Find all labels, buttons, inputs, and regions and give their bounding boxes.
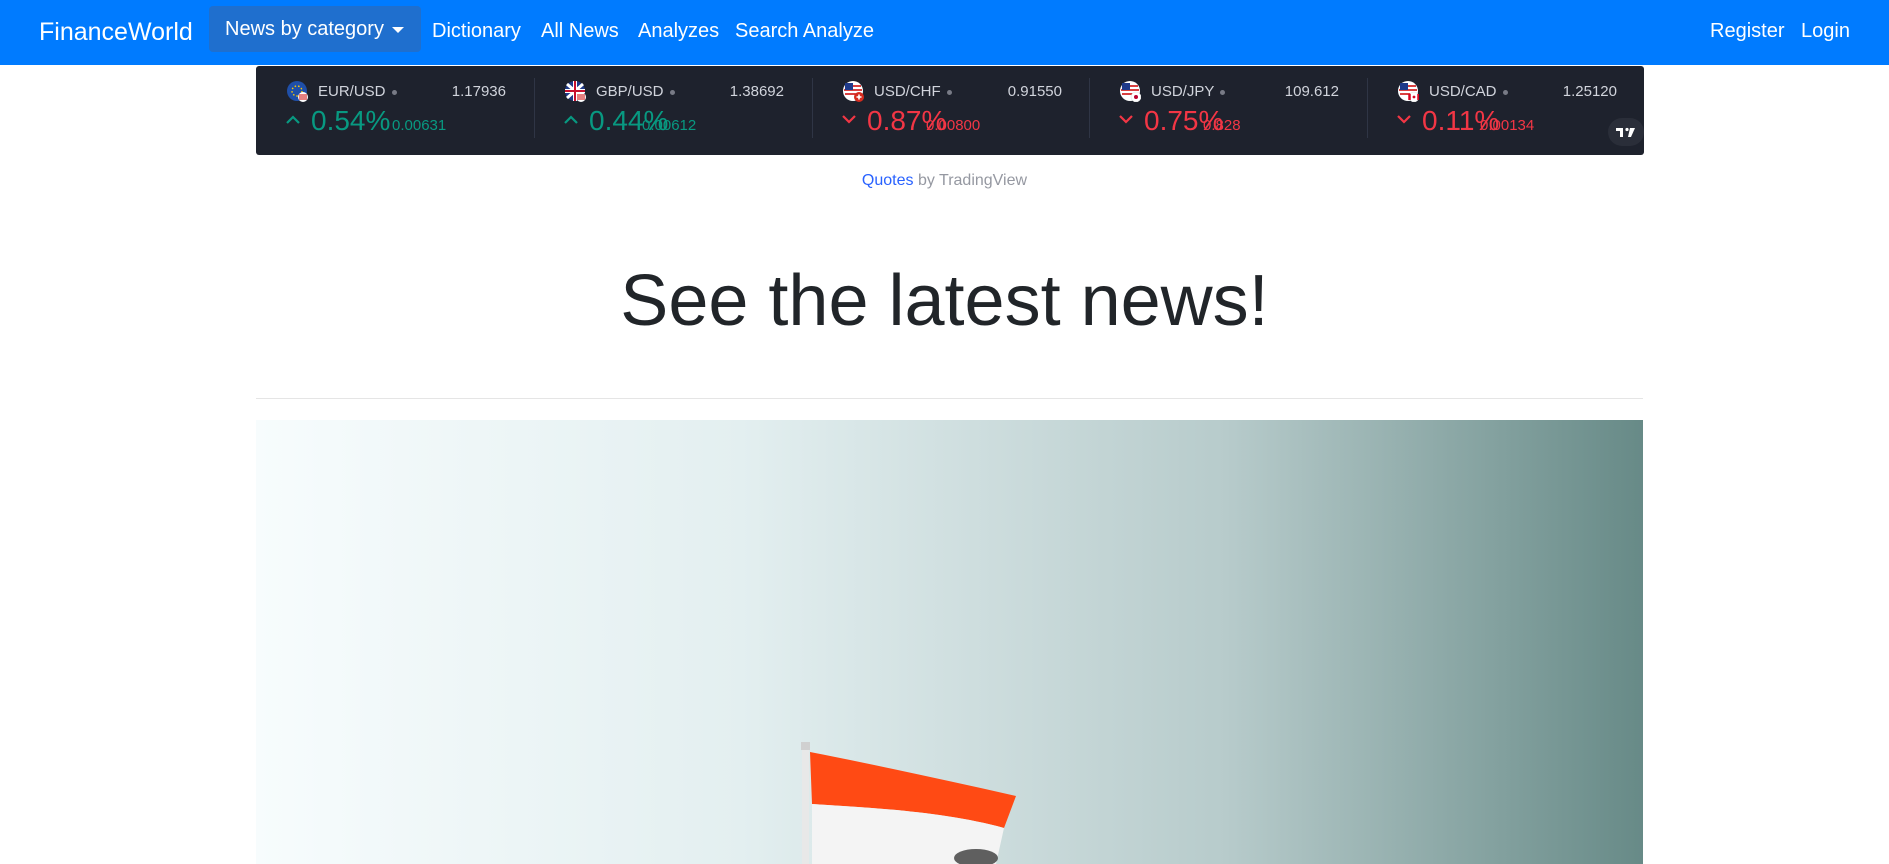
ticker-item-gbpusd[interactable]: GBP/USD 1.38692 0.44% 0.00612 — [534, 66, 811, 155]
caret-down-icon — [392, 27, 404, 33]
price-value: 1.38692 — [729, 83, 784, 100]
dropdown-label: News by category — [225, 18, 384, 40]
nav-link-all-news[interactable]: All News — [541, 15, 619, 47]
arrow-down-icon — [1397, 115, 1411, 124]
arrow-down-icon — [842, 115, 856, 124]
absolute-change: 0.828 — [1203, 117, 1241, 134]
caption-by-tradingview[interactable]: by TradingView — [914, 172, 1027, 189]
indian-flag-photo — [256, 420, 1643, 864]
pair-name: GBP/USD — [596, 82, 675, 102]
tradingview-logo-icon[interactable] — [1608, 118, 1644, 146]
pair-name: EUR/USD — [318, 82, 397, 102]
us-ca-flag-icon — [1398, 81, 1419, 102]
ticker-item-usdcad[interactable]: USD/CAD 1.25120 0.11% 0.00134 — [1367, 66, 1644, 155]
absolute-change: 0.00134 — [1480, 117, 1535, 134]
price-value: 1.17936 — [451, 83, 506, 100]
tradingview-ticker: EUR/USD 1.17936 0.54% 0.00631 GBP/USD 1.… — [256, 66, 1644, 155]
ticker-item-eurusd[interactable]: EUR/USD 1.17936 0.54% 0.00631 — [256, 66, 533, 155]
nav-link-analyzes[interactable]: Analyzes — [638, 15, 719, 47]
price-value: 109.612 — [1284, 83, 1339, 100]
percent-change: 0.54% — [311, 105, 391, 136]
brand-link[interactable]: FinanceWorld — [39, 15, 193, 49]
quotes-link[interactable]: Quotes — [862, 172, 914, 189]
eu-us-flag-icon — [287, 81, 308, 102]
ticker-item-usdjpy[interactable]: USD/JPY 109.612 0.75% 0.828 — [1089, 66, 1366, 155]
arrow-up-icon — [286, 115, 300, 124]
pair-name: USD/CAD — [1429, 82, 1508, 102]
price-value: 1.25120 — [1562, 83, 1617, 100]
nav-link-dictionary[interactable]: Dictionary — [432, 15, 521, 47]
gb-us-flag-icon — [565, 81, 586, 102]
page-headline: See the latest news! — [620, 261, 1269, 341]
nav-link-register[interactable]: Register — [1710, 15, 1784, 47]
us-ch-flag-icon — [843, 81, 864, 102]
ticker-item-usdchf[interactable]: USD/CHF 0.91550 0.87% 0.00800 — [812, 66, 1089, 155]
price-value: 0.91550 — [1007, 83, 1062, 100]
pair-name: USD/JPY — [1151, 82, 1226, 102]
news-hero-image[interactable] — [256, 420, 1643, 864]
news-by-category-dropdown[interactable]: News by category — [209, 6, 421, 52]
divider-line — [256, 398, 1643, 399]
nav-link-search-analyze[interactable]: Search Analyze — [735, 15, 874, 47]
top-navbar: FinanceWorld News by category Dictionary… — [0, 0, 1889, 65]
pair-name: USD/CHF — [874, 82, 952, 102]
absolute-change: 0.00631 — [392, 117, 447, 134]
arrow-up-icon — [564, 115, 578, 124]
absolute-change: 0.00612 — [642, 117, 697, 134]
absolute-change: 0.00800 — [926, 117, 981, 134]
tradingview-caption: Quotes by TradingView — [0, 170, 1889, 192]
nav-link-login[interactable]: Login — [1801, 15, 1850, 47]
us-jp-flag-icon — [1120, 81, 1141, 102]
arrow-down-icon — [1119, 115, 1133, 124]
